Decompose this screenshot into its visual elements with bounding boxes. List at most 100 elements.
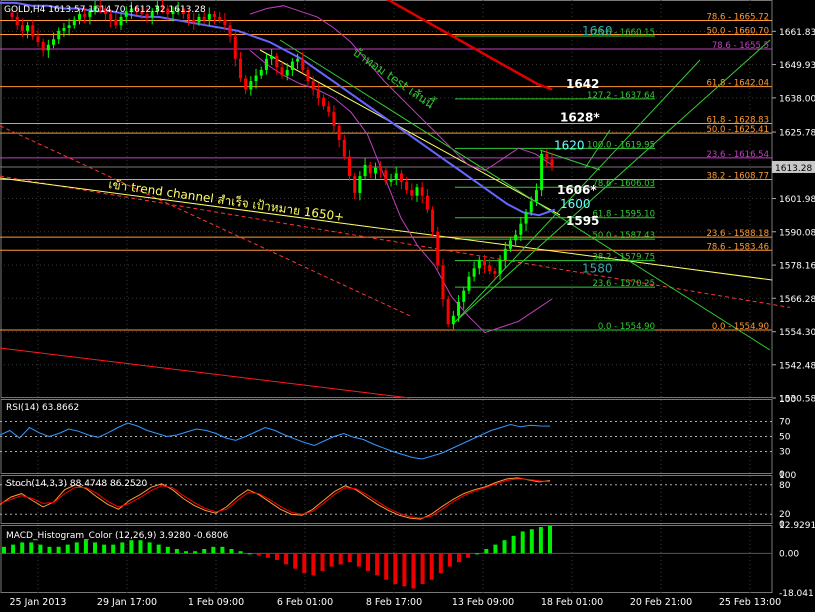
- target-price-label: 1580: [582, 261, 613, 275]
- target-price-label: 1660: [582, 24, 613, 38]
- y-tick-label: 1601.98: [779, 195, 815, 205]
- macd-bar: [475, 553, 480, 555]
- candle-body: [405, 181, 409, 191]
- x-tick-label: 20 Feb 21:00: [630, 597, 692, 608]
- y-tick-label: 1649.93: [779, 61, 815, 71]
- fib-label-right: 78.6 - 1665.72: [706, 12, 769, 22]
- candle-body: [399, 173, 403, 182]
- candle-body: [534, 190, 538, 202]
- macd-bar: [74, 542, 79, 554]
- candle-body: [493, 271, 497, 274]
- candle-body: [46, 44, 50, 51]
- candle-body: [57, 30, 61, 40]
- y-tick-label: 1554.30: [779, 328, 815, 338]
- candle-body: [498, 259, 502, 274]
- fib-label-right: 23.6 - 1616.54: [706, 150, 769, 160]
- y-tick-label: 1590.08: [779, 228, 815, 238]
- x-tick-label: 18 Feb 01:00: [541, 597, 603, 608]
- candle-body: [431, 209, 435, 232]
- candle-body: [379, 167, 383, 171]
- candle-body: [545, 153, 549, 160]
- fib-label-mid: 61.8 - 1595.10: [592, 210, 655, 220]
- candle-body: [275, 55, 279, 68]
- candle-body: [285, 69, 289, 76]
- macd-bar: [38, 544, 43, 554]
- macd-bar: [102, 544, 107, 554]
- x-tick-label: 13 Feb 09:00: [452, 597, 514, 608]
- candle-body: [467, 276, 471, 291]
- candle-body: [316, 89, 320, 98]
- macd-bar: [265, 553, 270, 558]
- candle-body: [529, 201, 533, 213]
- macd-bar: [29, 542, 34, 554]
- candle-body: [462, 290, 466, 302]
- candle-body: [353, 176, 357, 193]
- macd-bar: [211, 546, 216, 554]
- candle-body: [192, 19, 196, 23]
- rsi-y-tick: 100: [779, 395, 796, 405]
- fib-label-right: 61.8 - 1642.04: [706, 79, 769, 89]
- fib-label-right: 23.6 - 1588.18: [706, 229, 769, 239]
- candle-body: [72, 19, 76, 26]
- macd-bar: [420, 553, 425, 585]
- fib-label-mid: 50.0 - 1587.43: [592, 231, 655, 241]
- macd-bar: [548, 525, 552, 554]
- candle-body: [415, 187, 419, 196]
- candle-body: [337, 125, 341, 140]
- candle-body: [358, 176, 362, 193]
- rsi-title: RSI(14) 63.8662: [6, 403, 79, 413]
- macd-bar: [311, 553, 316, 576]
- candle-body: [114, 19, 118, 26]
- macd-bar: [511, 535, 516, 554]
- target-price-label: 1628*: [560, 110, 600, 124]
- macd-bar: [138, 540, 143, 554]
- fib-label-mid: 23.6 - 1570.25: [592, 279, 655, 289]
- candle-body: [384, 170, 388, 182]
- y-tick-label: 1661.83: [779, 28, 815, 38]
- candle-body: [394, 173, 398, 179]
- candle-body: [244, 78, 248, 90]
- macd-bar: [329, 553, 334, 567]
- macd-bar: [156, 544, 161, 554]
- stoch-title: Stoch(14,3,3) 88.4748 86.2520: [6, 479, 147, 489]
- macd-bar: [56, 546, 61, 554]
- candle-body: [420, 187, 424, 196]
- macd-bar: [47, 546, 52, 554]
- y-tick-label: 1542.48: [779, 361, 815, 371]
- macd-bar: [11, 544, 16, 554]
- candle-body: [363, 164, 367, 177]
- candle-body: [540, 153, 544, 191]
- candle-body: [503, 248, 507, 260]
- macd-bar: [174, 548, 179, 554]
- macd-bar: [293, 553, 298, 569]
- candle-body: [457, 301, 461, 316]
- y-tick-label: 1625.78: [779, 129, 815, 139]
- stoch-y-tick: 80: [779, 481, 791, 491]
- x-tick-label: 6 Feb 01:00: [277, 597, 333, 608]
- macd-bar: [184, 551, 188, 554]
- main-chart-title: GOLD,H4 1613.57 1614.70 1612.32 1613.28: [4, 5, 206, 15]
- fib-label-right: 78.6 - 1655.5: [712, 41, 769, 51]
- candle-body: [436, 231, 440, 266]
- fib-label-mid: 100.0 - 1619.95: [587, 140, 655, 150]
- stoch-y-tick: 100: [779, 471, 796, 481]
- candle-body: [425, 195, 429, 210]
- macd-bar: [238, 551, 243, 554]
- candle-body: [348, 156, 351, 177]
- rsi-y-tick: 30: [779, 448, 791, 458]
- macd-bar: [20, 542, 25, 554]
- x-tick-label: 1 Feb 09:00: [188, 597, 244, 608]
- macd-bar: [438, 553, 443, 574]
- macd-bar: [202, 548, 207, 554]
- macd-bar: [93, 542, 97, 554]
- x-tick-label: 8 Feb 17:00: [366, 597, 422, 608]
- candle-body: [451, 315, 455, 325]
- macd-bar: [129, 540, 134, 554]
- macd-bar: [520, 531, 525, 554]
- macd-y-tick: 0.00: [779, 549, 799, 559]
- stoch-y-tick: 20: [779, 510, 791, 520]
- candle-body: [508, 240, 512, 249]
- macd-bar: [256, 553, 261, 556]
- macd-y-tick: 12.9291: [779, 521, 815, 531]
- y-tick-label: 1566.28: [779, 295, 815, 305]
